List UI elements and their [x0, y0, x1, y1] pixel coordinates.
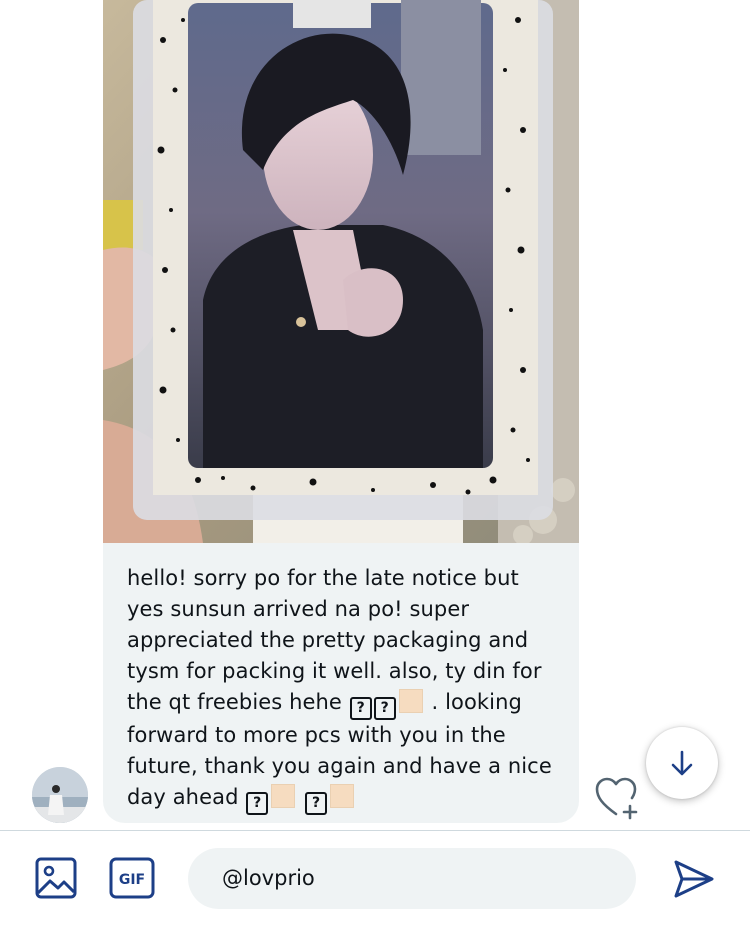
message-input[interactable]: @lovprio [188, 848, 636, 909]
message-composer: GIF @lovprio [0, 830, 750, 925]
send-icon [674, 860, 714, 898]
image-button[interactable] [35, 857, 77, 903]
gif-icon: GIF [109, 857, 155, 899]
message-line: tysm for packing it well. also, ty din f… [127, 659, 542, 683]
message-line: . looking [431, 690, 522, 714]
message-line: day ahead [127, 785, 239, 809]
message-bubble: hello! sorry po for the late notice but … [103, 543, 579, 823]
message-line: forward to more pcs with you in the [127, 723, 506, 747]
message-input-value[interactable]: @lovprio [222, 848, 315, 909]
arrow-down-icon [671, 750, 693, 776]
message-line: hello! sorry po for the late notice but [127, 566, 519, 590]
avatar-image [32, 767, 88, 823]
message-line: future, thank you again and have a nice [127, 754, 552, 778]
unknown-emoji-glyph: ? [305, 792, 328, 815]
message-photo[interactable] [103, 0, 579, 543]
gif-button[interactable]: GIF [109, 857, 155, 903]
heart-plus-icon[interactable] [594, 776, 644, 820]
skin-tone-swatch [398, 689, 423, 713]
scroll-down-button[interactable] [646, 727, 718, 799]
message-line: yes sunsun arrived na po! super [127, 597, 470, 621]
photocard-image [103, 0, 579, 543]
message-line: appreciated the pretty packaging and [127, 628, 529, 652]
avatar[interactable] [32, 767, 88, 823]
skin-tone-swatch [330, 784, 355, 808]
image-icon [35, 857, 77, 899]
unknown-emoji-glyph: ? [246, 792, 269, 815]
gif-label: GIF [119, 872, 145, 888]
unknown-emoji-glyph: ? [373, 697, 396, 720]
skin-tone-swatch [271, 784, 296, 808]
send-button[interactable] [672, 857, 716, 905]
unknown-emoji-glyph: ? [349, 697, 372, 720]
message-text: hello! sorry po for the late notice but … [127, 563, 555, 815]
message-line: the qt freebies hehe [127, 690, 342, 714]
